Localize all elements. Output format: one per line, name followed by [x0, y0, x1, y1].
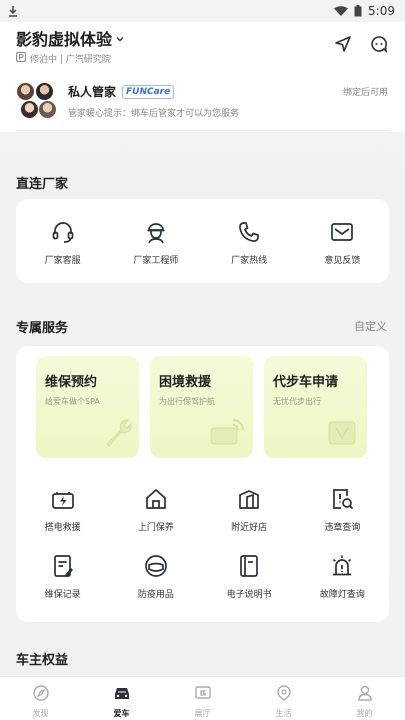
store-icon	[234, 484, 264, 514]
promo-subtitle: 给爱车做个SPA	[45, 397, 100, 406]
status-bar: 5:09	[0, 0, 405, 22]
e-manual-label: 电子说明书	[226, 590, 272, 600]
message-icon[interactable]	[369, 34, 389, 54]
exclusive-service-title: 专属服务	[16, 321, 69, 336]
tab-label: 发现	[32, 709, 49, 718]
butler-name: 私人管家	[68, 85, 117, 99]
butler-tip: 管家暖心提示：绑车后管家才可以为您服务	[68, 109, 240, 119]
tab-car[interactable]: 爱车	[81, 677, 162, 720]
discover-icon	[32, 684, 50, 706]
promo-title: 代步车申请	[273, 375, 339, 390]
owner-rights-title: 车主权益	[16, 653, 69, 668]
mail-icon	[327, 217, 357, 247]
navigation-icon[interactable]	[333, 34, 353, 54]
battery-charge-icon	[48, 484, 78, 514]
vehicle-selector[interactable]: 影豹虚拟体验	[16, 26, 125, 50]
phone-icon	[234, 217, 264, 247]
avatar	[16, 82, 35, 101]
home-service-icon	[141, 484, 171, 514]
promo-title: 维保预约	[45, 375, 98, 390]
jump-start-button[interactable]: 搭电救援	[16, 484, 109, 533]
butler-avatars	[16, 82, 58, 122]
showroom-icon	[194, 684, 212, 706]
factory-service-label: 厂家客服	[44, 256, 81, 266]
divider	[16, 130, 389, 131]
epidemic-supplies-label: 防疫用品	[137, 590, 174, 600]
avatar	[35, 82, 54, 101]
maintenance-record-button[interactable]: 维保记录	[16, 551, 109, 600]
exclusive-service-card: 维保预约 给爱车做个SPA 困境救援 为出行保驾护航 代步车申请 无忧代步出行 …	[16, 346, 389, 622]
factory-hotline-button[interactable]: 厂家热线	[203, 217, 296, 266]
promo-subtitle: 为出行保驾护航	[159, 397, 215, 406]
warning-light-button[interactable]: 故障灯查询	[296, 551, 389, 600]
rescue-card[interactable]: 困境救援 为出行保驾护航	[150, 356, 253, 458]
promo-title: 困境救援	[159, 375, 212, 390]
chevron-down-icon	[115, 29, 125, 48]
nearby-store-label: 附近好店	[231, 523, 268, 533]
tab-label: 爱车	[113, 709, 130, 718]
factory-engineer-button[interactable]: 厂家工程师	[109, 217, 202, 266]
promo-subtitle: 无忧代步出行	[273, 397, 321, 406]
headset-icon	[48, 217, 78, 247]
avatar	[20, 100, 39, 119]
tab-label: 展厅	[194, 709, 211, 718]
wrench-icon	[97, 414, 133, 452]
download-icon	[8, 5, 18, 17]
violation-search-button[interactable]: 违章查询	[296, 484, 389, 533]
maintenance-record-label: 维保记录	[44, 590, 81, 600]
factory-hotline-label: 厂家热线	[231, 256, 268, 266]
tab-profile[interactable]: 我的	[324, 677, 405, 720]
profile-icon	[356, 684, 374, 706]
home-service-button[interactable]: 上门保养	[109, 484, 202, 533]
epidemic-supplies-button[interactable]: 防疫用品	[109, 551, 202, 600]
mask-icon	[141, 551, 171, 581]
tab-label: 生活	[275, 709, 292, 718]
vehicle-title: 影豹虚拟体验	[16, 30, 113, 49]
maintenance-booking-card[interactable]: 维保预约 给爱车做个SPA	[36, 356, 139, 458]
maintenance-record-icon	[48, 551, 78, 581]
status-time: 5:09	[368, 4, 395, 18]
wifi-icon	[334, 5, 349, 17]
vehicle-header: 影豹虚拟体验 修泊中 | 广汽研究院 私人管家 FUNCare 管家暖心提示：绑…	[0, 22, 405, 132]
jump-start-label: 搭电救援	[44, 523, 81, 533]
avatar	[38, 100, 57, 119]
vehicle-status: 修泊中 | 广汽研究院	[16, 52, 111, 65]
bottom-tab-bar: 发现 爱车 展厅 生活 我的	[0, 676, 405, 720]
courtesy-car-icon	[325, 416, 361, 452]
car-icon	[112, 684, 132, 706]
violation-search-label: 违章查询	[324, 523, 361, 533]
direct-factory-card: 厂家客服 厂家工程师 厂家热线 意见反馈	[16, 199, 389, 283]
bind-hint: 绑定后可用	[342, 88, 388, 98]
e-manual-button[interactable]: 电子说明书	[203, 551, 296, 600]
battery-icon	[354, 5, 362, 17]
private-butler-row[interactable]: 私人管家 FUNCare 管家暖心提示：绑车后管家才可以为您服务 绑定后可用	[16, 80, 388, 122]
violation-search-icon	[327, 484, 357, 514]
manual-icon	[234, 551, 264, 581]
warning-light-label: 故障灯查询	[319, 590, 365, 600]
customize-link[interactable]: 自定义	[354, 318, 387, 334]
tab-showroom[interactable]: 展厅	[162, 677, 243, 720]
funcare-badge: FUNCare	[122, 84, 175, 99]
tab-label: 我的	[356, 709, 373, 718]
home-service-label: 上门保养	[137, 523, 174, 533]
parking-icon	[16, 52, 26, 65]
factory-engineer-label: 厂家工程师	[133, 256, 179, 266]
engineer-icon	[141, 217, 171, 247]
rescue-icon	[207, 416, 247, 452]
warning-light-icon	[327, 551, 357, 581]
tab-life[interactable]: 生活	[243, 677, 324, 720]
vehicle-status-text: 修泊中 | 广汽研究院	[30, 55, 111, 65]
nearby-store-button[interactable]: 附近好店	[203, 484, 296, 533]
life-icon	[275, 684, 293, 706]
feedback-button[interactable]: 意见反馈	[296, 217, 389, 266]
courtesy-car-card[interactable]: 代步车申请 无忧代步出行	[264, 356, 367, 458]
direct-factory-title: 直连厂家	[16, 177, 69, 192]
tab-discover[interactable]: 发现	[0, 677, 81, 720]
factory-service-button[interactable]: 厂家客服	[16, 217, 109, 266]
feedback-label: 意见反馈	[324, 256, 361, 266]
